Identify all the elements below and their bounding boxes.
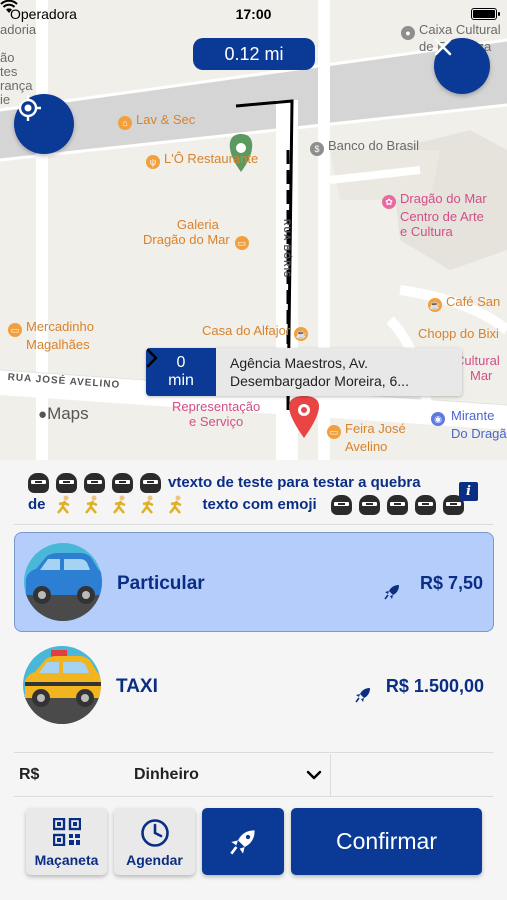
runner-emoji-icon <box>54 495 75 515</box>
ninja-emoji-icon <box>28 473 49 493</box>
payment-method-select[interactable]: Dinheiro <box>134 766 330 784</box>
ninja-emoji-icon <box>112 473 133 493</box>
payment-method-value: Dinheiro <box>134 766 199 783</box>
eta-unit: min <box>168 372 194 389</box>
taxi-avatar <box>23 646 101 724</box>
notice-line-1: vtexto de teste para testar a quebra <box>28 472 476 494</box>
poi-chopp[interactable]: Chopp do Bixi <box>418 326 499 341</box>
schedule-button[interactable]: Agendar <box>114 808 195 875</box>
rocket-icon <box>230 829 255 854</box>
poi-galeria[interactable]: Galeria Dragão do Mar ▭ <box>143 217 253 250</box>
poi-mirante[interactable]: ◉MiranteDo Dragão <box>431 408 507 441</box>
ride-name: TAXI <box>116 676 158 697</box>
ride-option-particular[interactable]: Particular R$ 7,50 <box>14 532 494 632</box>
divider <box>14 796 493 797</box>
runner-emoji-icon <box>138 495 159 515</box>
ride-selection-sheet: vtexto de teste para testar a quebra de … <box>0 460 507 900</box>
poi-banco-brasil[interactable]: $ Banco do Brasil <box>310 138 419 156</box>
vertical-divider <box>330 754 331 796</box>
car-avatar <box>24 543 102 621</box>
poi-lo-restaurante[interactable]: ψ L'Ô Restaurante <box>146 151 258 169</box>
poi-cafe-san[interactable]: ☕ Café San <box>428 294 500 312</box>
runner-emoji-icon <box>110 495 131 515</box>
status-bar: Operadora 17:00 <box>0 0 507 28</box>
chevron-right-icon[interactable] <box>146 348 462 396</box>
macaneta-label: Maçaneta <box>34 852 99 868</box>
ninja-emoji-icon <box>386 495 408 515</box>
ninja-emoji-icon <box>84 473 105 493</box>
info-icon[interactable]: i <box>459 482 478 501</box>
notice-line-2: de texto com emoji <box>28 494 476 516</box>
currency-label: R$ <box>19 766 40 783</box>
qr-code-icon <box>52 818 81 846</box>
divider <box>14 524 493 525</box>
carrier-label: Operadora <box>10 6 77 22</box>
destination-address: Agência Maestros, Av. Desembargador More… <box>216 348 428 396</box>
poi-feira-jose-avelino[interactable]: ▭ Feira José Avelino <box>327 421 406 454</box>
ninja-emoji-icon <box>56 473 77 493</box>
runner-emoji-icon <box>166 495 187 515</box>
rocket-icon <box>384 585 399 600</box>
map-view[interactable]: ⌂ Lav & Sec ψ L'Ô Restaurante $ Banco do Br… <box>0 0 507 460</box>
ride-price: R$ 1.500,00 <box>385 676 484 696</box>
clock-icon <box>140 819 169 847</box>
runner-emoji-icon <box>82 495 103 515</box>
battery-icon <box>471 8 500 20</box>
ride-name: Particular <box>117 573 205 594</box>
distance-indicator: 0.12 mi <box>193 38 315 70</box>
maps-logo-text: Maps <box>47 404 89 423</box>
route-info-box[interactable]: 0 min Agência Maestros, Av. Desembargado… <box>146 348 462 396</box>
chevron-down-icon <box>306 770 322 780</box>
close-icon <box>434 38 452 56</box>
poi-casa-alfajor[interactable]: Casa do Alfajor ☕ <box>202 323 312 341</box>
notice-message: vtexto de teste para testar a quebra de … <box>28 472 478 528</box>
express-button[interactable] <box>202 808 284 875</box>
notice-text-2: texto com emoji <box>202 496 317 513</box>
my-location-button[interactable] <box>14 94 74 154</box>
ninja-emoji-icon <box>140 473 161 493</box>
address-line-2: Desembargador Moreira, 6... <box>230 373 409 389</box>
confirm-button[interactable]: Confirmar <box>291 808 482 875</box>
maps-logo: ●Maps <box>38 404 89 424</box>
schedule-label: Agendar <box>126 852 183 868</box>
ninja-emoji-icon <box>414 495 436 515</box>
payment-row: R$ Dinheiro <box>14 754 494 796</box>
poi-mercadinho[interactable]: ▭ Mercadinho Magalhães <box>8 319 94 352</box>
address-line-1: Agência Maestros, Av. <box>230 355 368 371</box>
ninja-emoji-icon <box>358 495 380 515</box>
poi-representacao[interactable]: Representação e Serviço <box>172 399 260 429</box>
ride-option-taxi[interactable]: TAXI R$ 1.500,00 <box>14 636 494 736</box>
divider <box>14 752 493 753</box>
street-label-boris: RUA BÓRIS <box>282 219 292 279</box>
ride-price: R$ 7,50 <box>419 573 483 593</box>
ninja-emoji-icon <box>330 495 352 515</box>
close-button[interactable] <box>434 38 490 94</box>
poi-lav-sec[interactable]: ⌂ Lav & Sec <box>118 112 195 130</box>
notice-text-1: vtexto de teste para testar a quebra <box>168 474 421 491</box>
crosshair-icon <box>15 95 41 121</box>
macaneta-button[interactable]: Maçaneta <box>26 808 107 875</box>
poi-dragao-do-mar[interactable]: ✿ Dragão do Mar Centro de Arte e Cultura <box>382 191 487 239</box>
apple-logo-icon: ● <box>38 406 48 423</box>
notice-prefix: de <box>28 496 46 513</box>
rocket-icon <box>355 688 370 703</box>
